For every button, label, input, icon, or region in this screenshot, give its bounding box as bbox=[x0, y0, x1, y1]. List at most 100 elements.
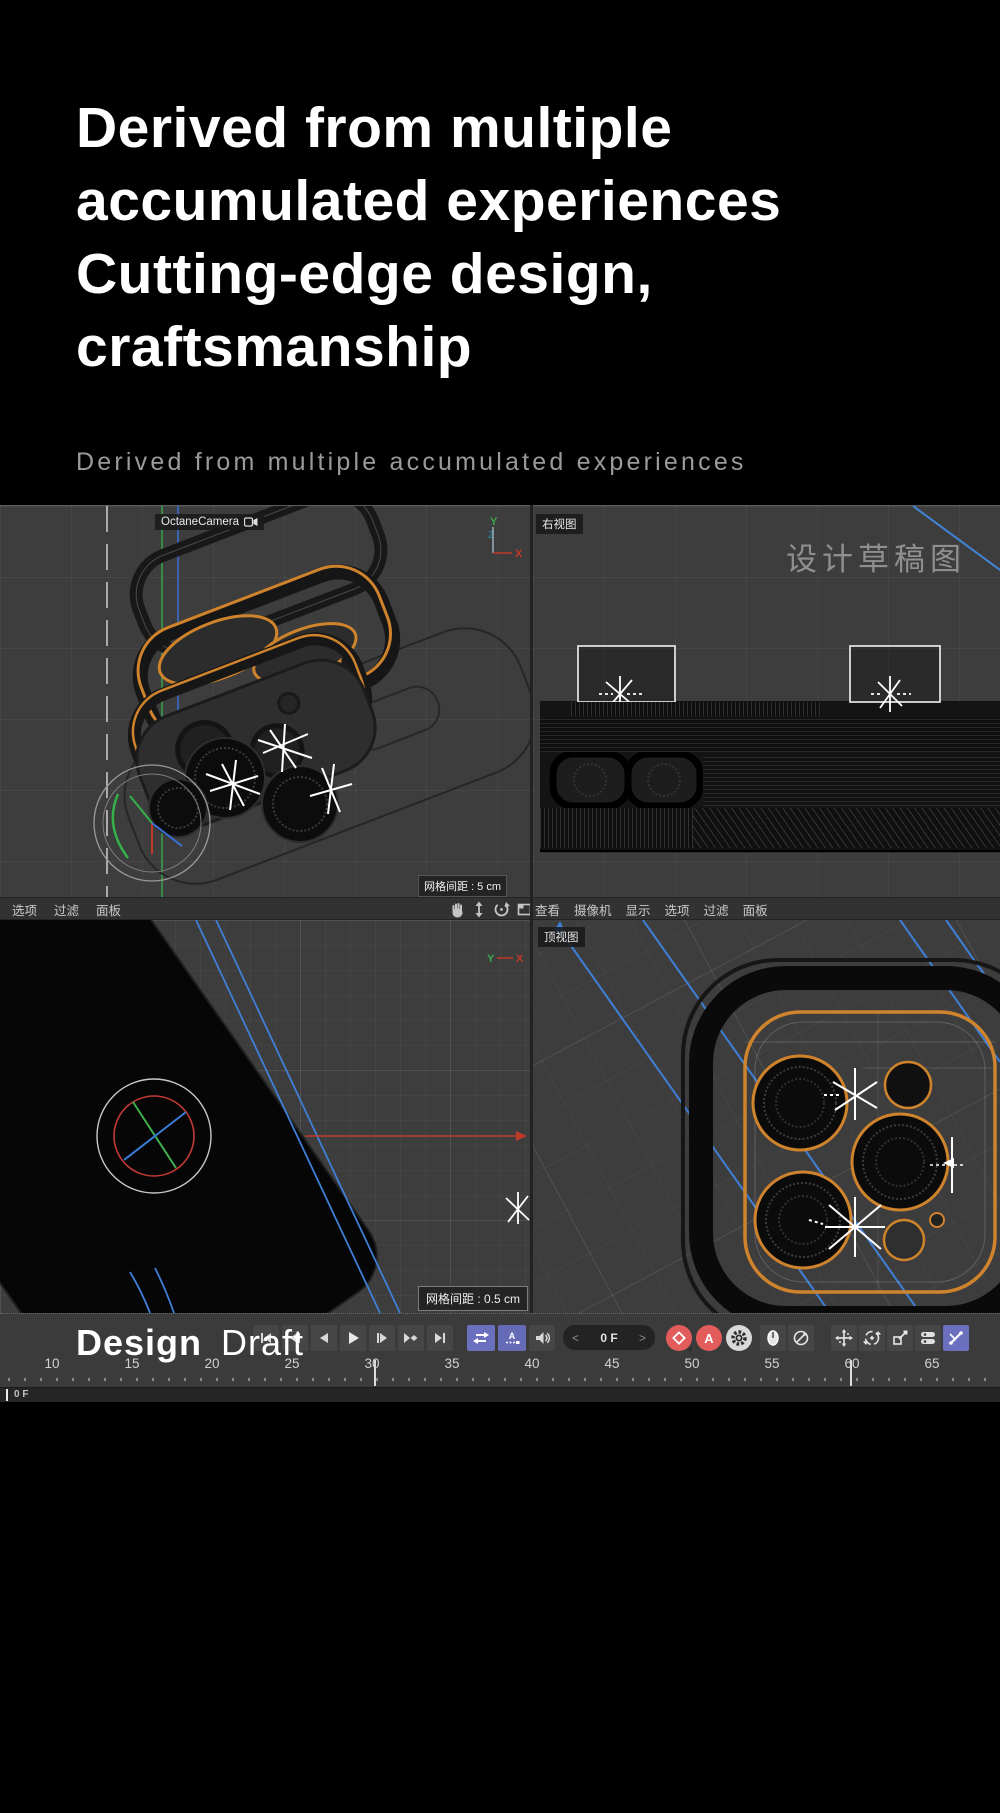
menu-item[interactable]: 面板 bbox=[96, 900, 121, 919]
svg-text:Y: Y bbox=[490, 516, 498, 528]
scale-tool-button[interactable] bbox=[887, 1325, 913, 1351]
camera-lens bbox=[753, 1056, 847, 1150]
page: Derived from multipleaccumulated experie… bbox=[0, 0, 1000, 1813]
svg-text:X: X bbox=[515, 548, 523, 560]
go-to-end-button[interactable] bbox=[427, 1325, 453, 1351]
hero-title-line: Cutting-edge design, bbox=[76, 238, 781, 311]
scale-icon bbox=[891, 1329, 909, 1347]
key-filter-buttons bbox=[760, 1325, 814, 1351]
svg-text:A: A bbox=[509, 1331, 516, 1341]
next-frame-button[interactable] bbox=[369, 1325, 395, 1351]
playhead[interactable] bbox=[6, 1389, 8, 1401]
position-key-button[interactable] bbox=[760, 1325, 786, 1351]
axis-gizmo: Y Z X bbox=[483, 511, 528, 563]
ruler-number: 65 bbox=[892, 1356, 972, 1371]
mic-dot bbox=[930, 1213, 944, 1227]
zoom-icon[interactable] bbox=[472, 901, 486, 918]
profile-hatch bbox=[693, 808, 1000, 848]
next-key-button[interactable] bbox=[398, 1325, 424, 1351]
ruler-number: 60 bbox=[812, 1356, 892, 1371]
menu-item[interactable]: 选项 bbox=[12, 900, 37, 919]
viewport-divider[interactable] bbox=[530, 505, 533, 1313]
previous-frame-button[interactable] bbox=[311, 1325, 337, 1351]
menu-item[interactable]: 面板 bbox=[743, 900, 768, 919]
snap-icon bbox=[947, 1329, 965, 1347]
frame-number-field[interactable]: < 0 F > bbox=[563, 1325, 655, 1350]
camera-lens bbox=[852, 1114, 948, 1210]
lidar-circle bbox=[884, 1220, 924, 1260]
animation-toolbar: A < 0 F > bbox=[0, 1313, 1000, 1387]
viewport-right-view[interactable]: 右视图 设计草稿图 bbox=[533, 505, 1000, 898]
autokey-record-button[interactable]: A bbox=[696, 1325, 722, 1351]
viewport-top-view[interactable]: 顶视图 bbox=[533, 920, 1000, 1313]
viewport-menu-right: 查看摄像机显示选项过滤面板 bbox=[535, 898, 768, 921]
record-keyframe-button[interactable] bbox=[666, 1325, 692, 1351]
move-tool-button[interactable] bbox=[831, 1325, 857, 1351]
menu-item[interactable]: 过滤 bbox=[54, 900, 79, 919]
gear-icon bbox=[726, 1325, 752, 1351]
timeline-strip[interactable]: 0 F bbox=[0, 1387, 1000, 1402]
rotate-tool-button[interactable] bbox=[859, 1325, 885, 1351]
dial-icon bbox=[792, 1329, 810, 1347]
mouse-icon bbox=[764, 1329, 782, 1347]
ruler-number: 50 bbox=[652, 1356, 732, 1371]
menu-item[interactable]: 摄像机 bbox=[574, 900, 612, 919]
hero-title-line: Derived from multiple bbox=[76, 92, 781, 165]
autokey-button[interactable]: A bbox=[498, 1325, 526, 1351]
grid-spacing-tag: 网格间距 : 5 cm bbox=[418, 875, 507, 897]
viewport-menu-strip: 选项过滤面板 查看摄像机显示 bbox=[0, 897, 1000, 920]
ruler-number: 10 bbox=[12, 1356, 92, 1371]
tool-buttons bbox=[831, 1325, 969, 1351]
grid-spacing-tag: 网格间距 : 0.5 cm bbox=[418, 1286, 528, 1311]
hero-title-line: craftsmanship bbox=[76, 311, 781, 384]
menu-item[interactable]: 选项 bbox=[665, 900, 690, 919]
top-view-scene bbox=[533, 920, 1000, 1313]
camera-label[interactable]: OctaneCamera bbox=[155, 514, 264, 530]
profile-hatch bbox=[540, 808, 693, 848]
flash-circle bbox=[885, 1062, 931, 1108]
frame-next-chevron[interactable]: > bbox=[639, 1331, 646, 1345]
svg-text:Y: Y bbox=[487, 953, 495, 965]
viewport-front-view[interactable]: Y X 网格间距 : 0.5 cm bbox=[0, 920, 530, 1313]
viewport-label-top-view: 顶视图 bbox=[538, 927, 585, 947]
rotate-view-icon[interactable] bbox=[493, 901, 510, 918]
playback-option-buttons: A bbox=[467, 1325, 555, 1351]
ruler-major-tick bbox=[850, 1360, 852, 1386]
viewport-label-right-view: 右视图 bbox=[536, 514, 583, 534]
viewport-nav-icons bbox=[450, 901, 533, 918]
keying-settings-button[interactable] bbox=[726, 1325, 752, 1351]
hero-title: Derived from multipleaccumulated experie… bbox=[76, 92, 781, 384]
timeline-ruler[interactable]: 101520253035404550556065 bbox=[12, 1356, 972, 1371]
profile-hatch bbox=[703, 754, 1000, 806]
ruler-tick-dots bbox=[8, 1378, 992, 1381]
camera-label-text: OctaneCamera bbox=[161, 516, 239, 528]
pan-hand-icon[interactable] bbox=[450, 901, 465, 918]
ruler-number: 40 bbox=[492, 1356, 572, 1371]
sound-button[interactable] bbox=[529, 1325, 555, 1351]
coordinates-button[interactable] bbox=[915, 1325, 941, 1351]
layers-icon bbox=[919, 1329, 937, 1347]
svg-text:X: X bbox=[516, 953, 524, 965]
axis-gizmo: Y X bbox=[483, 948, 528, 968]
menu-item[interactable]: 显示 bbox=[626, 900, 651, 919]
current-frame-label: 0 F bbox=[14, 1389, 28, 1400]
hero-subtitle: Derived from multiple accumulated experi… bbox=[76, 448, 747, 477]
frame-prev-chevron[interactable]: < bbox=[572, 1331, 579, 1345]
snap-toggle-button[interactable] bbox=[943, 1325, 969, 1351]
rotate-icon bbox=[863, 1329, 881, 1347]
profile-hatch bbox=[571, 702, 821, 716]
play-button[interactable] bbox=[340, 1325, 366, 1351]
frame-value: 0 F bbox=[600, 1331, 617, 1345]
menu-item[interactable]: 查看 bbox=[535, 900, 560, 919]
ruler-number: 55 bbox=[732, 1356, 812, 1371]
keying-buttons: A bbox=[666, 1325, 752, 1351]
ruler-number: 30 bbox=[332, 1356, 412, 1371]
rotation-key-button[interactable] bbox=[788, 1325, 814, 1351]
viewport-perspective[interactable]: OctaneCamera Y Z X 网格间距 : 5 cm bbox=[0, 505, 530, 898]
watermark-design-sketch: 设计草稿图 bbox=[786, 534, 966, 579]
ruler-number: 20 bbox=[172, 1356, 252, 1371]
loop-mode-button[interactable] bbox=[467, 1325, 495, 1351]
hero-title-line: accumulated experiences bbox=[76, 165, 781, 238]
menu-item[interactable]: 过滤 bbox=[704, 900, 729, 919]
ruler-major-tick bbox=[374, 1360, 376, 1386]
